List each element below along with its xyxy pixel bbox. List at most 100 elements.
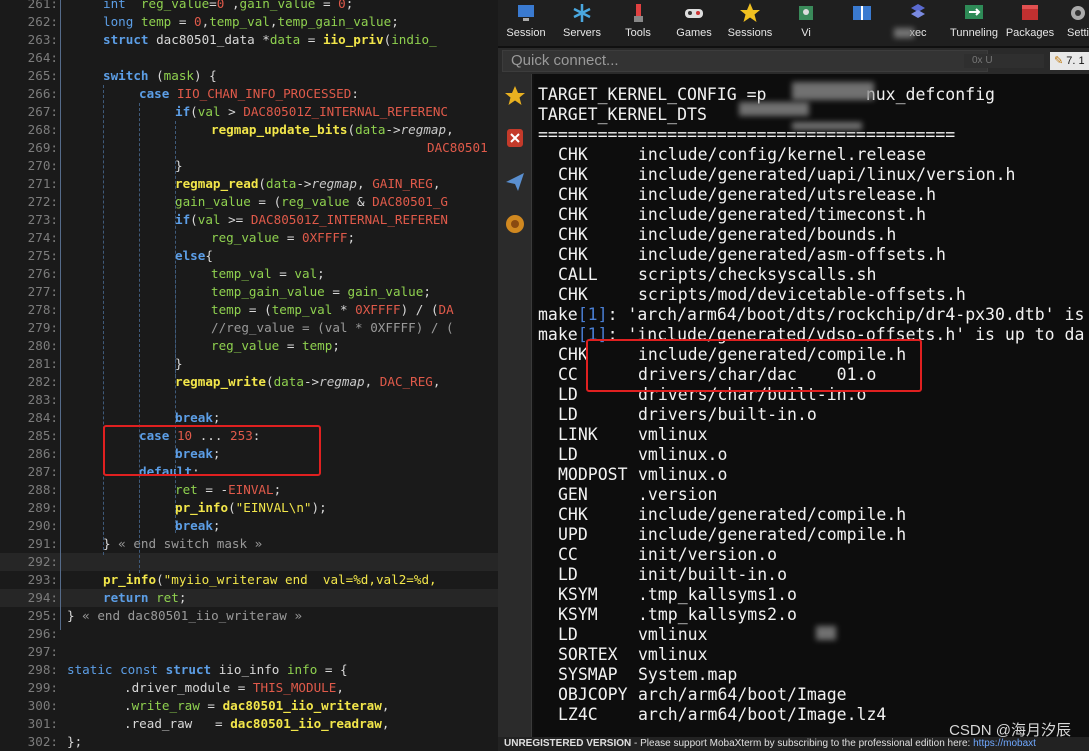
- code-token: );: [311, 500, 327, 515]
- line-number: 284:: [27, 410, 58, 425]
- code-token: *: [332, 302, 356, 317]
- sessions-icon: [740, 3, 760, 22]
- code-token: ;: [391, 14, 399, 29]
- toolbar-session-button[interactable]: Session: [498, 0, 554, 46]
- terminal-command: CHK: [558, 505, 588, 524]
- code-token: iio_info: [218, 662, 280, 677]
- terminal-target: vmlinux: [638, 425, 708, 444]
- code-token: (: [258, 176, 266, 191]
- star-icon[interactable]: [503, 84, 527, 108]
- line-number: 281:: [27, 356, 58, 371]
- code-token: const: [120, 662, 159, 677]
- code-editor[interactable]: 261: int reg_value=0 ,gain_value = 0; 262:…: [0, 0, 498, 751]
- toolbar-label: Tools: [625, 27, 651, 39]
- toolbar-multiexec-button[interactable]: xec: [890, 0, 946, 46]
- code-token: temp_gain_value: [277, 14, 392, 29]
- code-line: 292:: [0, 553, 498, 571]
- code-token: ) {: [194, 68, 217, 83]
- toolbar-tunneling-button[interactable]: Tunneling: [946, 0, 1002, 46]
- terminal-target: .version: [638, 485, 718, 504]
- toolbar-view-button[interactable]: Vi: [778, 0, 834, 46]
- redaction-blur: [792, 122, 862, 130]
- code-token: val: [197, 104, 221, 119]
- code-text: pr_info("EINVAL\n");: [175, 499, 327, 517]
- terminal-line: OBJCOPY arch/arm64/boot/Image: [558, 685, 847, 705]
- code-text: else{: [175, 247, 213, 265]
- unregistered-label: UNREGISTERED VERSION: [504, 738, 632, 749]
- line-number: 273:: [27, 212, 58, 227]
- code-line: 301: .read_raw = dac80501_iio_readraw,: [0, 715, 498, 733]
- line-number: 277:: [27, 284, 58, 299]
- line-number: 267:: [27, 104, 58, 119]
- code-text: //reg_value = (val * 0XFFFF) / (: [211, 319, 454, 337]
- macro-icon[interactable]: [503, 212, 527, 236]
- code-token: break: [175, 518, 213, 533]
- send-icon[interactable]: [503, 170, 527, 194]
- code-token: struct: [103, 32, 149, 47]
- code-token: regmap_update_bits: [211, 122, 348, 137]
- code-token: reg_value: [281, 194, 350, 209]
- line-number: 294:: [27, 590, 58, 605]
- code-token: 0: [194, 14, 202, 29]
- code-token: DA: [438, 302, 454, 317]
- toolbar-packages-button[interactable]: Packages: [1002, 0, 1058, 46]
- tools-icon[interactable]: [503, 126, 527, 150]
- code-token: indio_: [391, 32, 437, 47]
- toolbar-split-button[interactable]: [834, 0, 890, 46]
- line-number: 268:: [27, 122, 58, 137]
- tab-session-blurred[interactable]: 0x U: [964, 54, 1044, 68]
- toolbar-sessions-button[interactable]: Sessions: [722, 0, 778, 46]
- terminal-target: arch/arm64/boot/Image: [638, 685, 847, 704]
- code-token: (: [228, 500, 236, 515]
- code-token: DAC80501: [427, 140, 488, 155]
- code-token: = (: [241, 302, 272, 317]
- code-text: pr_info("myiio_writeraw end val=%d,val2=…: [103, 571, 437, 589]
- code-text: }: [175, 355, 183, 373]
- code-token: ;: [212, 518, 221, 533]
- view-icon: [799, 6, 813, 20]
- toolbar-settings-button[interactable]: Setti: [1058, 0, 1089, 46]
- terminal-line: CHK scripts/mod/devicetable-offsets.h: [558, 285, 966, 305]
- code-token: =: [300, 32, 323, 47]
- code-token: >: [220, 104, 244, 119]
- code-line: 269: DAC80501: [0, 139, 498, 157]
- highlight-box-compile: [586, 339, 922, 392]
- code-text: .write_raw = dac80501_iio_writeraw,: [124, 697, 389, 715]
- code-token: driver_module: [131, 680, 231, 695]
- terminal-output[interactable]: TARGET_KERNEL_CONFIG =p nux_defconfig TAR…: [534, 74, 1089, 737]
- code-token: info: [286, 662, 318, 677]
- line-number: 264:: [27, 50, 58, 65]
- code-token: switch: [103, 68, 149, 83]
- code-text: switch (mask) {: [103, 67, 217, 85]
- terminal-header-line: ========================================…: [538, 125, 956, 144]
- code-token: ->: [303, 374, 320, 389]
- toolbar-games-button[interactable]: Games: [666, 0, 722, 46]
- terminal-line: LZ4C arch/arm64/boot/Image.lz4: [558, 705, 886, 725]
- code-text: static const struct iio_info info = {: [67, 661, 348, 679]
- code-token: ;: [273, 482, 282, 497]
- code-token: ,: [432, 176, 441, 191]
- code-line: 272: gain_value = (reg_value & DAC80501_G: [0, 193, 498, 211]
- code-token: &: [349, 194, 373, 209]
- terminal-line: GEN .version: [558, 485, 717, 505]
- terminal-command: make[1]:: [538, 305, 627, 324]
- make-keyword: make: [538, 305, 578, 324]
- toolbar-label: Sessions: [727, 27, 773, 39]
- code-token: }: [175, 158, 183, 173]
- terminal-command: UPD: [558, 525, 588, 544]
- toolbar-servers-button[interactable]: Servers: [554, 0, 610, 46]
- code-token: =: [315, 0, 339, 11]
- tab-session-active[interactable]: ✎ 7. 1: [1050, 52, 1089, 70]
- toolbar-label: Tunneling: [950, 27, 998, 39]
- code-token: if: [175, 104, 191, 119]
- code-line: 275: else{: [0, 247, 498, 265]
- quick-connect-input[interactable]: Quick connect...: [502, 50, 988, 72]
- toolbar-tools-button[interactable]: Tools: [610, 0, 666, 46]
- code-line: 300: .write_raw = dac80501_iio_writeraw,: [0, 697, 498, 715]
- terminal-target: vmlinux: [638, 645, 708, 664]
- terminal-target: .tmp_kallsyms2.o: [638, 605, 797, 624]
- terminal-command: LD: [558, 565, 578, 584]
- packages-icon: [1022, 5, 1038, 20]
